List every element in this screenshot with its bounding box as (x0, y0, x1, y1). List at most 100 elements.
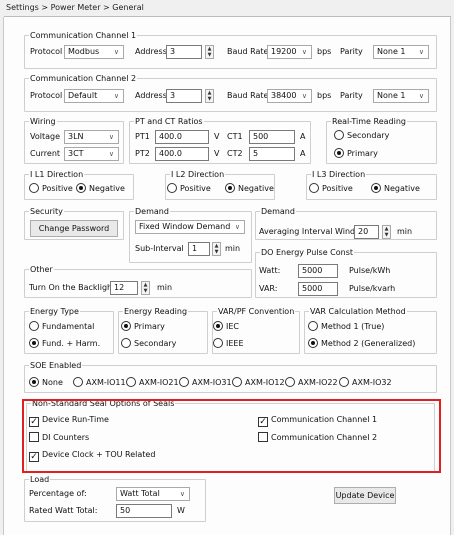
watt-pulse-input[interactable]: 5000 (298, 264, 338, 278)
comm2-bps-label: bps (317, 91, 332, 100)
il2-negative-radio[interactable]: Negative (225, 183, 274, 195)
watt-pulse-unit: Pulse/kWh (349, 266, 391, 275)
ct1-label: CT1 (227, 132, 243, 141)
il1-positive-radio[interactable]: Positive (29, 183, 73, 195)
radio-off-icon (29, 183, 39, 193)
chevron-down-icon: ∨ (301, 92, 307, 100)
ct2-label: CT2 (227, 149, 243, 158)
var-calc-method-legend: VAR Calculation Method (310, 307, 406, 316)
backlight-input[interactable]: 12 (110, 281, 138, 295)
chevron-down-icon: ∨ (113, 92, 119, 100)
soe-axm-io12-radio[interactable]: AXM-IO12 (232, 377, 285, 389)
chevron-down-icon: ∨ (418, 48, 424, 56)
radio-off-icon (121, 338, 131, 348)
wiring-voltage-select[interactable]: 3LN ∨ (64, 130, 119, 144)
energy-reading-secondary-radio[interactable]: Secondary (121, 338, 176, 350)
realtime-primary-radio[interactable]: Primary (334, 148, 378, 160)
averaging-window-input[interactable]: 20 (354, 225, 379, 239)
pt2-input[interactable]: 400.0 (155, 147, 209, 161)
comm1-address-spinner[interactable]: ▲ ▼ (205, 45, 214, 59)
energy-type-fund-harm-radio[interactable]: Fund. + Harm. (29, 338, 100, 350)
comm1-address-input[interactable]: 3 (166, 45, 202, 59)
averaging-window-spinner[interactable]: ▲ ▼ (382, 225, 391, 239)
radio-on-icon (371, 183, 381, 193)
il2-positive-radio[interactable]: Positive (167, 183, 211, 195)
comm1-protocol-label: Protocol (30, 47, 63, 56)
ct2-input[interactable]: 5 (249, 147, 295, 161)
radio-off-icon (29, 321, 39, 331)
radio-on-icon (29, 338, 39, 348)
energy-type-fundamental-radio[interactable]: Fundamental (29, 321, 94, 333)
var-pulse-input[interactable]: 5000 (298, 282, 338, 296)
pt2-unit: V (214, 149, 220, 158)
soe-axm-io32-radio[interactable]: AXM-IO32 (339, 377, 392, 389)
il3-negative-radio[interactable]: Negative (371, 183, 420, 195)
rated-watt-input[interactable]: 50 (116, 504, 172, 518)
soe-axm-io22-radio[interactable]: AXM-IO22 (285, 377, 338, 389)
demand-mode-select[interactable]: Fixed Window Demand ∨ (135, 220, 245, 234)
radio-off-icon (339, 377, 349, 387)
soe-axm-io21-radio[interactable]: AXM-IO21 (126, 377, 179, 389)
realtime-secondary-radio[interactable]: Secondary (334, 130, 389, 142)
chevron-down-icon: ∨ (108, 150, 114, 158)
radio-off-icon (167, 183, 177, 193)
do-energy-pulse-legend: DO Energy Pulse Const (261, 248, 354, 257)
il3-positive-radio[interactable]: Positive (309, 183, 353, 195)
varcalc-method1-radio[interactable]: Method 1 (True) (308, 321, 384, 333)
ct2-unit: A (300, 149, 306, 158)
radio-on-icon (308, 338, 318, 348)
radio-off-icon (73, 377, 83, 387)
wiring-current-select[interactable]: 3CT ∨ (64, 147, 119, 161)
averaging-window-label: Averaging Interval Window (259, 227, 367, 236)
comm2-baud-select[interactable]: 38400 ∨ (267, 89, 312, 103)
sub-interval-unit: min (225, 244, 241, 253)
comm1-protocol-select[interactable]: Modbus ∨ (64, 45, 124, 59)
pt1-label: PT1 (135, 132, 150, 141)
do-energy-pulse-group: DO Energy Pulse Const (255, 248, 437, 298)
il1-direction-legend: I L1 Direction (30, 170, 84, 179)
comm2-protocol-select[interactable]: Default ∨ (64, 89, 124, 103)
backlight-spinner[interactable]: ▲ ▼ (141, 281, 150, 295)
ct1-input[interactable]: 500 (249, 130, 295, 144)
breadcrumb: Settings > Power Meter > General (6, 3, 144, 12)
load-percentage-select[interactable]: Watt Total ∨ (116, 487, 190, 501)
pt1-input[interactable]: 400.0 (155, 130, 209, 144)
radio-off-icon (213, 338, 223, 348)
radio-off-icon (179, 377, 189, 387)
averaging-window-unit: min (397, 227, 413, 236)
comm1-baud-select[interactable]: 19200 ∨ (267, 45, 312, 59)
update-device-button[interactable]: Update Device (334, 487, 396, 504)
comm2-address-input[interactable]: 3 (166, 89, 202, 103)
soe-none-radio[interactable]: None (29, 377, 63, 389)
comm2-address-spinner[interactable]: ▲ ▼ (205, 89, 214, 103)
radio-off-icon (309, 183, 319, 193)
wiring-legend: Wiring (30, 117, 56, 126)
load-legend: Load (30, 475, 50, 484)
sub-interval-input[interactable]: 1 (188, 242, 210, 256)
radio-off-icon (308, 321, 318, 331)
change-password-button[interactable]: Change Password (30, 220, 118, 237)
security-legend: Security (30, 207, 63, 216)
backlight-label: Turn On the Backlight (29, 283, 116, 292)
chevron-down-icon: ∨ (418, 92, 424, 100)
soe-axm-io31-radio[interactable]: AXM-IO31 (179, 377, 232, 389)
soe-axm-io11-radio[interactable]: AXM-IO11 (73, 377, 126, 389)
radio-on-icon (213, 321, 223, 331)
varpf-iec-radio[interactable]: IEC (213, 321, 239, 333)
comm1-parity-select[interactable]: None 1 ∨ (373, 45, 429, 59)
il1-negative-radio[interactable]: Negative (76, 183, 125, 195)
sub-interval-spinner[interactable]: ▲ ▼ (212, 242, 221, 256)
pt2-label: PT2 (135, 149, 150, 158)
energy-reading-primary-radio[interactable]: Primary (121, 321, 165, 333)
varcalc-method2-radio[interactable]: Method 2 (Generalized) (308, 338, 415, 350)
varpf-ieee-radio[interactable]: IEEE (213, 338, 244, 350)
rated-watt-label: Rated Watt Total: (29, 506, 98, 515)
pt-ct-ratios-legend: PT and CT Ratios (135, 117, 203, 126)
comm2-parity-select[interactable]: None 1 ∨ (373, 89, 429, 103)
other-legend: Other (30, 265, 53, 274)
il2-direction-legend: I L2 Direction (171, 170, 225, 179)
radio-off-icon (334, 130, 344, 140)
comm2-protocol-label: Protocol (30, 91, 63, 100)
pt1-unit: V (214, 132, 220, 141)
load-percentage-label: Percentage of: (29, 489, 87, 498)
